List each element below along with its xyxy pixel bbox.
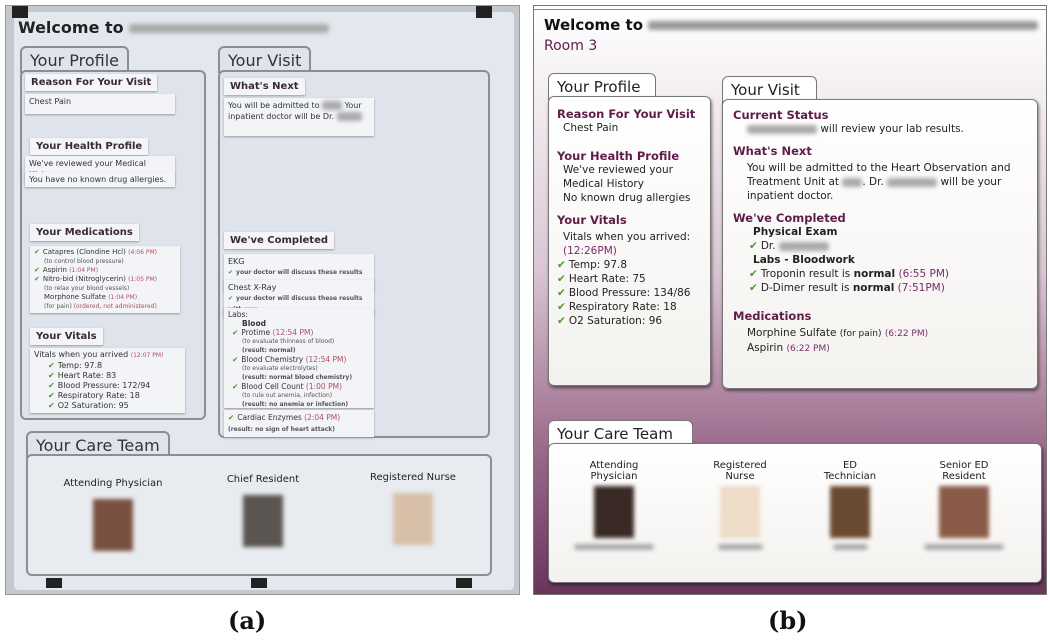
meds-list: ✔ Catapres (Clondine Hcl) (4:06 PM) (to c… xyxy=(30,246,180,313)
binder-clip-icon xyxy=(251,578,267,588)
role-label: Chief Resident xyxy=(226,474,300,485)
profile-card: Reason For Your Visit Chest Pain Your He… xyxy=(20,70,206,420)
staff-photo xyxy=(939,486,989,538)
staff-photo xyxy=(393,493,433,545)
care-team-card: Attending Physician Registered Nurse ED Tec… xyxy=(548,443,1042,583)
profile-tab: Your Profile xyxy=(20,46,129,73)
next-text: You will be admitted to the Heart Observ… xyxy=(747,162,1011,202)
meds-list: Morphine Sulfate (for pain) (6:22 PM) As… xyxy=(747,327,929,354)
role-label: Senior ED Resident xyxy=(939,460,989,482)
visit-tab: Your Visit xyxy=(218,46,312,73)
reason-text: Chest Pain xyxy=(563,122,619,134)
care-team-card: Attending Physician Chief Resident Regis… xyxy=(26,454,492,576)
welcome-title: Welcome to xyxy=(544,16,1039,34)
binder-clip-icon xyxy=(456,578,472,588)
binder-clip-icon xyxy=(476,6,492,18)
meds-heading: Your Medications xyxy=(30,224,139,241)
vitals-heading: Your Vitals xyxy=(30,328,103,345)
role-label: Attending Physician xyxy=(63,478,163,489)
status-text: will review your lab results. xyxy=(733,122,1027,136)
status-heading: Current Status xyxy=(733,108,829,122)
role-label: ED Technician xyxy=(823,460,877,482)
reason-heading: Reason For Your Visit xyxy=(557,107,696,121)
role-label: Registered Nurse xyxy=(713,460,767,482)
next-heading: What's Next xyxy=(733,144,812,158)
role-label: Attending Physician xyxy=(589,460,639,482)
staff-photo xyxy=(720,486,760,538)
next-heading: What's Next xyxy=(224,78,305,95)
cardiac-item: ✔ Cardiac Enzymes (2:04 PM) (result: no si… xyxy=(224,410,374,437)
panel-b-mockup: Welcome to Room 3 Your Profile Reason Fo… xyxy=(533,5,1047,595)
binder-clip-icon xyxy=(46,578,62,588)
labs-item: Labs: Blood ✔ Protime (12:54 PM) (to eval… xyxy=(224,308,374,408)
panel-a-photo: Welcome to Your Profile Reason For Your … xyxy=(5,5,520,595)
staff-photo xyxy=(830,486,870,538)
staff-photo xyxy=(594,486,634,538)
completed-heading: We've Completed xyxy=(224,232,335,249)
health-heading: Your Health Profile xyxy=(30,138,149,155)
profile-card: Reason For Your Visit Chest Pain Your He… xyxy=(548,96,711,386)
vitals-heading: Your Vitals xyxy=(557,213,627,227)
health-heading: Your Health Profile xyxy=(557,149,680,163)
next-text: You will be admitted to Your inpatient do… xyxy=(224,98,374,136)
health-line: You have no known drug allergies. xyxy=(25,172,175,187)
vitals-list: Vitals when you arrived (12:07 PM) ✔ Temp… xyxy=(30,348,185,413)
binder-clip-icon xyxy=(12,6,28,18)
reason-heading: Reason For Your Visit xyxy=(25,74,158,91)
health-text: We've reviewed your Medical History No kno… xyxy=(563,164,691,204)
vitals-list: Vitals when you arrived: (12:26PM) ✔ Temp:… xyxy=(557,231,691,327)
panel-a-label: (a) xyxy=(228,606,267,635)
visit-card: Current Status will review your lab resu… xyxy=(722,99,1038,389)
panel-b-label: (b) xyxy=(768,606,808,635)
staff-photo xyxy=(243,495,283,547)
completed-heading: We've Completed xyxy=(733,211,846,225)
reason-text: Chest Pain xyxy=(25,94,175,114)
welcome-title: Welcome to xyxy=(18,18,330,37)
role-label: Registered Nurse xyxy=(370,472,456,483)
staff-photo xyxy=(93,499,133,551)
room-label: Room 3 xyxy=(544,38,598,54)
meds-heading: Medications xyxy=(733,309,812,323)
completed-list: Physical Exam ✔ Dr. Labs - Bloodwork ✔ Tro… xyxy=(749,226,949,294)
visit-card: What's Next You will be admitted to Your… xyxy=(218,70,490,438)
